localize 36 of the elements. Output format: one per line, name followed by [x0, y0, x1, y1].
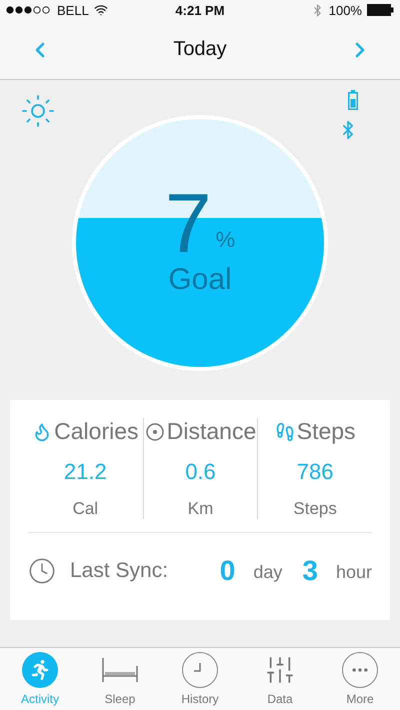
tab-bar-item[interactable]: Data [240, 648, 320, 710]
signal-icon [6, 6, 52, 14]
stat-title: Distance [166, 418, 256, 445]
carrier-name: BELL [57, 2, 89, 18]
stat-title: Calories [54, 418, 139, 445]
more-icon [342, 652, 378, 688]
runner-icon [22, 652, 58, 688]
battery-icon [348, 90, 358, 110]
clock-icon [182, 652, 218, 688]
sync-label: Last Sync: [70, 558, 170, 582]
stat-title: Steps [296, 418, 356, 445]
battery-percent: 100% [328, 2, 362, 18]
tab-bar-item[interactable]: Activity [0, 648, 80, 710]
tab-bar-item[interactable]: Sleep [80, 648, 160, 710]
sync-hours: 3 [302, 554, 318, 586]
sync-days: 0 [220, 554, 236, 586]
stat-unit: Km [188, 499, 214, 519]
percent-sign: % [216, 229, 236, 251]
footprint-icon [274, 422, 295, 442]
stat-value: 21.2 [64, 459, 107, 485]
target-icon [144, 422, 165, 442]
clock-icon [28, 556, 56, 584]
tab-bar-item[interactable]: More [320, 648, 400, 710]
stat-value: 786 [296, 459, 334, 485]
stat-value: 0.6 [185, 459, 216, 485]
stat-unit: Steps [293, 499, 337, 519]
sun-icon [20, 93, 56, 129]
wifi-icon [94, 3, 108, 17]
nav-title: Today [173, 38, 227, 61]
stat-unit: Cal [72, 499, 98, 519]
status-time: 4:21 PM [175, 2, 225, 18]
goal-label: Goal [168, 265, 232, 295]
day-unit: day [253, 562, 282, 583]
tab-bar-item[interactable]: History [160, 648, 240, 710]
hour-unit: hour [336, 562, 372, 583]
battery-icon [366, 4, 394, 16]
